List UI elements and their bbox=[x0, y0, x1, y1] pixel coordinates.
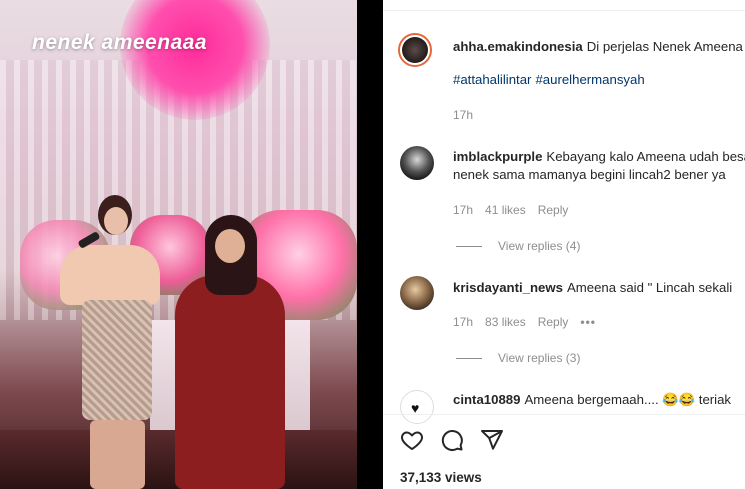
media-gutter bbox=[357, 0, 383, 489]
post-time: 17h bbox=[453, 108, 485, 122]
comment-line-2: nenek sama mamanya begini lincah2 bener … bbox=[453, 166, 745, 184]
post-media[interactable]: nenek ameenaaa bbox=[0, 0, 357, 489]
view-replies-label: View replies (4) bbox=[498, 239, 581, 253]
post-caption: ahha.emakindonesia Di perjelas Nenek Amee… bbox=[453, 38, 745, 56]
view-replies-button[interactable]: View replies (3) bbox=[456, 351, 580, 365]
post-hashtags: #attahalilintar #aurelhermansyah bbox=[453, 72, 649, 87]
comment-text: Ameena said " Lincah sekali bbox=[566, 280, 733, 295]
header-divider bbox=[383, 10, 745, 11]
post-timestamp[interactable]: 17h bbox=[453, 108, 473, 122]
more-options-icon[interactable]: ••• bbox=[580, 315, 596, 329]
comment-text: Kebayang kalo Ameena udah besar, liat bbox=[546, 149, 745, 164]
comment-line: cinta10889 Ameena bergemaah.... 😂😂 teriak bbox=[453, 391, 745, 409]
post-actions bbox=[399, 427, 505, 453]
replies-dash bbox=[456, 245, 482, 247]
reply-button[interactable]: Reply bbox=[538, 315, 569, 329]
hashtag-link[interactable]: #attahalilintar bbox=[453, 72, 531, 87]
comment-text: Ameena bergemaah.... 😂😂 teriak bbox=[524, 392, 732, 407]
author-username[interactable]: ahha.emakindonesia bbox=[453, 39, 583, 54]
comment-button[interactable] bbox=[439, 427, 465, 453]
comment-line: krisdayanti_news Ameena said " Lincah sek… bbox=[453, 279, 745, 297]
comment-username[interactable]: cinta10889 bbox=[453, 392, 520, 407]
comment-meta: 17h 41 likes Reply bbox=[453, 203, 580, 217]
comment-username[interactable]: imblackpurple bbox=[453, 149, 542, 164]
comment-time[interactable]: 17h bbox=[453, 315, 473, 329]
view-replies-button[interactable]: View replies (4) bbox=[456, 239, 580, 253]
hashtag-link[interactable]: #aurelhermansyah bbox=[535, 72, 644, 87]
comment-line: imblackpurple Kebayang kalo Ameena udah b… bbox=[453, 148, 745, 166]
comment-likes[interactable]: 41 likes bbox=[485, 203, 526, 217]
comment-icon bbox=[441, 430, 463, 451]
comment-time[interactable]: 17h bbox=[453, 203, 473, 217]
actions-divider bbox=[383, 414, 745, 415]
hijab-woman-figure bbox=[175, 215, 285, 489]
reply-button[interactable]: Reply bbox=[538, 203, 569, 217]
post-text: Di perjelas Nenek Ameena bbox=[586, 39, 743, 54]
heart-icon bbox=[401, 431, 423, 450]
comment-likes[interactable]: 83 likes bbox=[485, 315, 526, 329]
comment-username[interactable]: krisdayanti_news bbox=[453, 280, 563, 295]
author-avatar[interactable] bbox=[398, 33, 432, 67]
commenter-avatar[interactable] bbox=[400, 276, 434, 310]
share-button[interactable] bbox=[479, 427, 505, 453]
share-icon bbox=[481, 430, 503, 450]
commenter-avatar[interactable]: ♥ bbox=[400, 390, 434, 424]
comment-text: nenek sama mamanya begini lincah2 bener … bbox=[453, 167, 726, 182]
replies-dash bbox=[456, 357, 482, 359]
video-caption: nenek ameenaaa bbox=[32, 31, 208, 54]
comments-panel: ahha.emakindonesia Di perjelas Nenek Amee… bbox=[383, 0, 745, 489]
commenter-avatar[interactable] bbox=[400, 146, 434, 180]
heart-avatar-icon: ♥ bbox=[411, 400, 420, 416]
comment-meta: 17h 83 likes Reply ••• bbox=[453, 315, 608, 329]
singer-figure bbox=[60, 195, 160, 489]
view-replies-label: View replies (3) bbox=[498, 351, 581, 365]
like-button[interactable] bbox=[399, 427, 425, 453]
view-count[interactable]: 37,133 views bbox=[400, 470, 482, 485]
